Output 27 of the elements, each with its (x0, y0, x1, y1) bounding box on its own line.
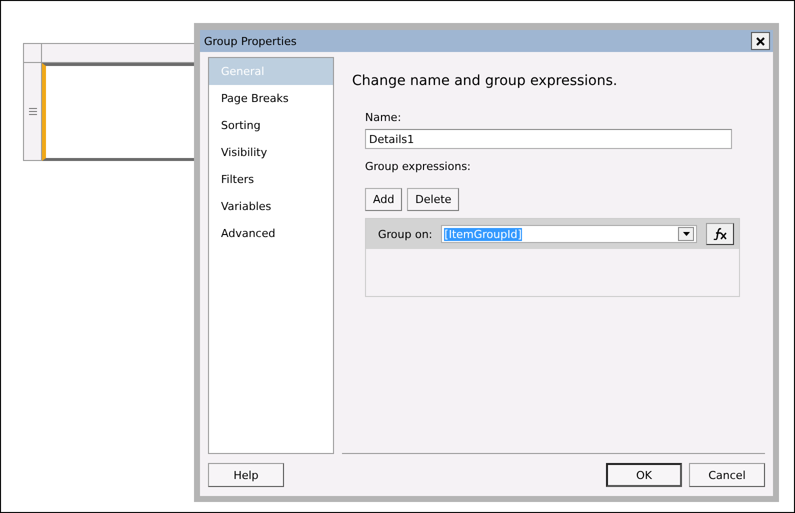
close-icon (756, 36, 765, 46)
page-list-item[interactable]: Filters (209, 166, 333, 193)
action-button[interactable]: Delete (407, 188, 460, 211)
name-field[interactable]: Details1 (365, 129, 732, 149)
action-button[interactable]: Add (365, 188, 402, 211)
row-handle[interactable] (23, 63, 42, 161)
name-label: Name: (365, 111, 402, 124)
group-on-label: Group on: (378, 228, 432, 240)
page-list-item[interactable]: Variables (209, 193, 333, 220)
page-list-item[interactable]: Visibility (209, 139, 333, 166)
dropdown-button[interactable] (678, 227, 694, 241)
expression-button[interactable] (706, 223, 734, 245)
page-heading: Change name and group expressions. (352, 73, 618, 89)
page-list-item[interactable]: Page Breaks (209, 85, 333, 112)
dialog-button[interactable]: Cancel (689, 463, 765, 487)
page-list-item[interactable]: Advanced (209, 220, 333, 247)
function-icon (713, 228, 728, 240)
dialog-button[interactable]: OK (606, 463, 682, 487)
close-button[interactable] (751, 32, 770, 50)
help-button[interactable]: Help (208, 463, 284, 487)
page-list-item[interactable]: Sorting (209, 112, 333, 139)
group-expressions-label: Group expressions: (365, 160, 472, 173)
details-group-icon (28, 108, 36, 115)
window-title: Group Properties (204, 34, 297, 48)
combo-value: [ItemGroupId] (444, 228, 522, 240)
tablix-corner (23, 43, 42, 63)
caret-icon (682, 232, 690, 236)
